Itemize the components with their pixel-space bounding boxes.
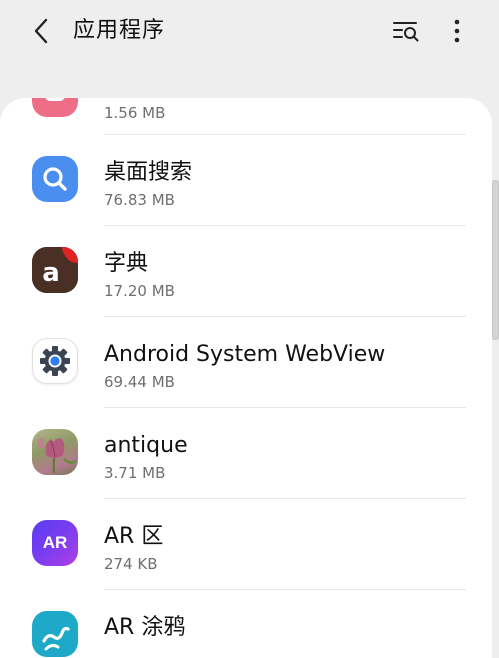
app-name: AR 涂鸦 bbox=[104, 615, 186, 640]
app-list-item[interactable]: AR AR 区 274 KB bbox=[0, 498, 492, 589]
app-list-item[interactable]: antique 3.71 MB bbox=[0, 407, 492, 498]
divider bbox=[104, 589, 466, 590]
page-title: 应用程序 bbox=[73, 18, 166, 43]
app-bar: 应用程序 bbox=[0, 0, 499, 64]
app-list: 1.56 MB 桌面搜索 76.83 MB a 字典 17.20 MB Andr… bbox=[0, 98, 492, 658]
scrollbar[interactable] bbox=[492, 180, 499, 340]
search-button[interactable] bbox=[386, 14, 426, 48]
app-name: antique bbox=[104, 433, 188, 458]
dictionary-icon: a bbox=[32, 247, 78, 293]
dictionary-letter: a bbox=[42, 258, 60, 288]
divider bbox=[104, 498, 466, 499]
divider bbox=[104, 316, 466, 317]
pink-app-icon bbox=[32, 98, 78, 117]
app-list-item[interactable]: 桌面搜索 76.83 MB bbox=[0, 134, 492, 225]
app-name: 桌面搜索 bbox=[104, 160, 193, 185]
app-size: 17.20 MB bbox=[104, 282, 175, 300]
app-size: 76.83 MB bbox=[104, 191, 175, 209]
app-list-item[interactable]: a 字典 17.20 MB bbox=[0, 225, 492, 316]
more-options-button[interactable] bbox=[442, 14, 472, 48]
tulip-icon bbox=[32, 429, 78, 475]
app-list-item[interactable]: Android System WebView 69.44 MB bbox=[0, 316, 492, 407]
filter-search-icon bbox=[393, 22, 419, 42]
app-size: 69.44 MB bbox=[104, 373, 175, 391]
divider bbox=[104, 225, 466, 226]
gear-icon bbox=[32, 338, 78, 384]
doodle-icon bbox=[32, 611, 78, 657]
app-name: 字典 bbox=[104, 251, 149, 276]
more-vertical-icon bbox=[454, 19, 460, 43]
back-arrow-icon bbox=[34, 18, 48, 44]
app-size: 1.56 MB bbox=[104, 104, 166, 122]
app-name: Android System WebView bbox=[104, 342, 386, 367]
search-icon bbox=[32, 156, 78, 202]
ar-icon-text: AR bbox=[42, 533, 68, 552]
ar-icon: AR bbox=[32, 520, 78, 566]
app-size: 3.71 MB bbox=[104, 464, 166, 482]
app-size: 274 KB bbox=[104, 555, 158, 573]
back-button[interactable] bbox=[26, 14, 56, 48]
divider bbox=[104, 134, 466, 135]
app-name: AR 区 bbox=[104, 524, 164, 549]
app-list-item[interactable]: AR 涂鸦 bbox=[0, 589, 492, 658]
divider bbox=[104, 407, 466, 408]
